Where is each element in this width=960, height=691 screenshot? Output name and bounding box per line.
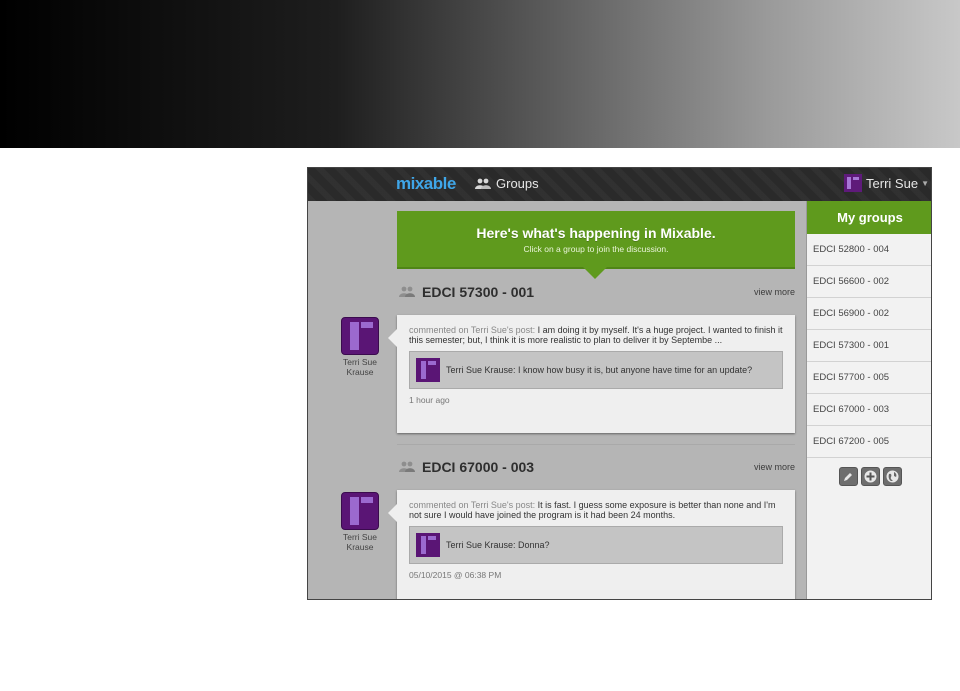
banner-subtitle: Click on a group to join the discussion. xyxy=(523,244,669,254)
mixable-logo[interactable]: mixable xyxy=(396,174,456,194)
my-groups-sidebar: My groups EDCI 52800 - 004 EDCI 56600 - … xyxy=(806,201,931,599)
my-groups-title: My groups xyxy=(807,201,931,234)
author-name-line1: Terri Sue xyxy=(342,532,377,542)
user-avatar xyxy=(844,174,863,192)
feed-divider xyxy=(397,444,795,445)
feed-group-header: EDCI 67000 - 003 view more xyxy=(397,456,795,478)
author-avatar xyxy=(341,492,379,530)
author-name-line1: Terri Sue xyxy=(342,357,377,367)
edit-groups-button[interactable] xyxy=(838,467,858,486)
reply-text: Terri Sue Krause: I know how busy it is,… xyxy=(446,365,753,375)
my-groups-list: EDCI 52800 - 004 EDCI 56600 - 002 EDCI 5… xyxy=(807,234,931,458)
post-text: commented on Terri Sue's post: It is fas… xyxy=(409,500,783,520)
sidebar-item-group[interactable]: EDCI 67000 - 003 xyxy=(807,394,931,426)
groups-icon xyxy=(475,178,491,189)
post-card: commented on Terri Sue's post: It is fas… xyxy=(388,490,795,599)
plus-circle-icon xyxy=(864,470,876,483)
welcome-banner: Here's what's happening in Mixable. Clic… xyxy=(397,211,795,279)
activity-feed: Here's what's happening in Mixable. Clic… xyxy=(308,201,806,599)
group-icon xyxy=(399,461,415,472)
post-timestamp: 1 hour ago xyxy=(409,395,450,405)
sidebar-item-group[interactable]: EDCI 67200 - 005 xyxy=(807,426,931,458)
globe-icon xyxy=(886,470,898,483)
top-navbar: mixable Groups Terri Sue ▼ xyxy=(308,168,931,201)
post-notch xyxy=(388,329,397,347)
nav-groups-link[interactable]: Groups xyxy=(475,176,539,191)
post-author[interactable]: Terri Sue Krause xyxy=(341,317,379,377)
reply-avatar xyxy=(416,533,440,557)
reply-box[interactable]: Terri Sue Krause: I know how busy it is,… xyxy=(409,351,783,389)
feed-group-title[interactable]: EDCI 57300 - 001 xyxy=(422,284,534,300)
group-icon xyxy=(399,286,415,297)
feed-group-title[interactable]: EDCI 67000 - 003 xyxy=(422,459,534,475)
post-notch xyxy=(388,504,397,522)
browse-groups-button[interactable] xyxy=(882,467,902,486)
post-author[interactable]: Terri Sue Krause xyxy=(341,492,379,552)
author-avatar xyxy=(341,317,379,355)
author-name-line2: Krause xyxy=(346,542,374,552)
sidebar-item-group[interactable]: EDCI 52800 - 004 xyxy=(807,234,931,266)
reply-avatar xyxy=(416,358,440,382)
author-name: Terri Sue Krause xyxy=(341,357,379,377)
sidebar-item-group[interactable]: EDCI 57700 - 005 xyxy=(807,362,931,394)
sidebar-item-group[interactable]: EDCI 56900 - 002 xyxy=(807,298,931,330)
author-name-line2: Krause xyxy=(346,367,374,377)
mixable-screenshot: mixable Groups Terri Sue ▼ Here's what's… xyxy=(307,167,932,600)
user-menu[interactable]: Terri Sue ▼ xyxy=(844,174,929,192)
banner-title: Here's what's happening in Mixable. xyxy=(476,225,716,241)
author-name: Terri Sue Krause xyxy=(341,532,379,552)
user-name: Terri Sue xyxy=(866,175,919,191)
slide-header-gradient xyxy=(0,0,960,148)
view-more-link[interactable]: view more xyxy=(754,462,795,472)
post-meta: commented on Terri Sue's post: xyxy=(409,325,536,335)
chevron-down-icon: ▼ xyxy=(921,178,929,188)
post-timestamp: 05/10/2015 @ 06:38 PM xyxy=(409,570,502,580)
view-more-link[interactable]: view more xyxy=(754,287,795,297)
sidebar-tools xyxy=(807,467,931,486)
sidebar-item-group[interactable]: EDCI 56600 - 002 xyxy=(807,266,931,298)
post-text: commented on Terri Sue's post: I am doin… xyxy=(409,325,783,345)
reply-box[interactable]: Terri Sue Krause: Donna? xyxy=(409,526,783,564)
pencil-icon xyxy=(844,472,852,481)
feed-group-header: EDCI 57300 - 001 view more xyxy=(397,281,795,303)
add-group-button[interactable] xyxy=(860,467,880,486)
nav-groups-label: Groups xyxy=(496,176,539,191)
post-meta: commented on Terri Sue's post: xyxy=(409,500,536,510)
post-card: commented on Terri Sue's post: I am doin… xyxy=(388,315,795,433)
sidebar-item-group[interactable]: EDCI 57300 - 001 xyxy=(807,330,931,362)
banner-pointer xyxy=(583,267,607,279)
reply-text: Terri Sue Krause: Donna? xyxy=(446,540,550,550)
